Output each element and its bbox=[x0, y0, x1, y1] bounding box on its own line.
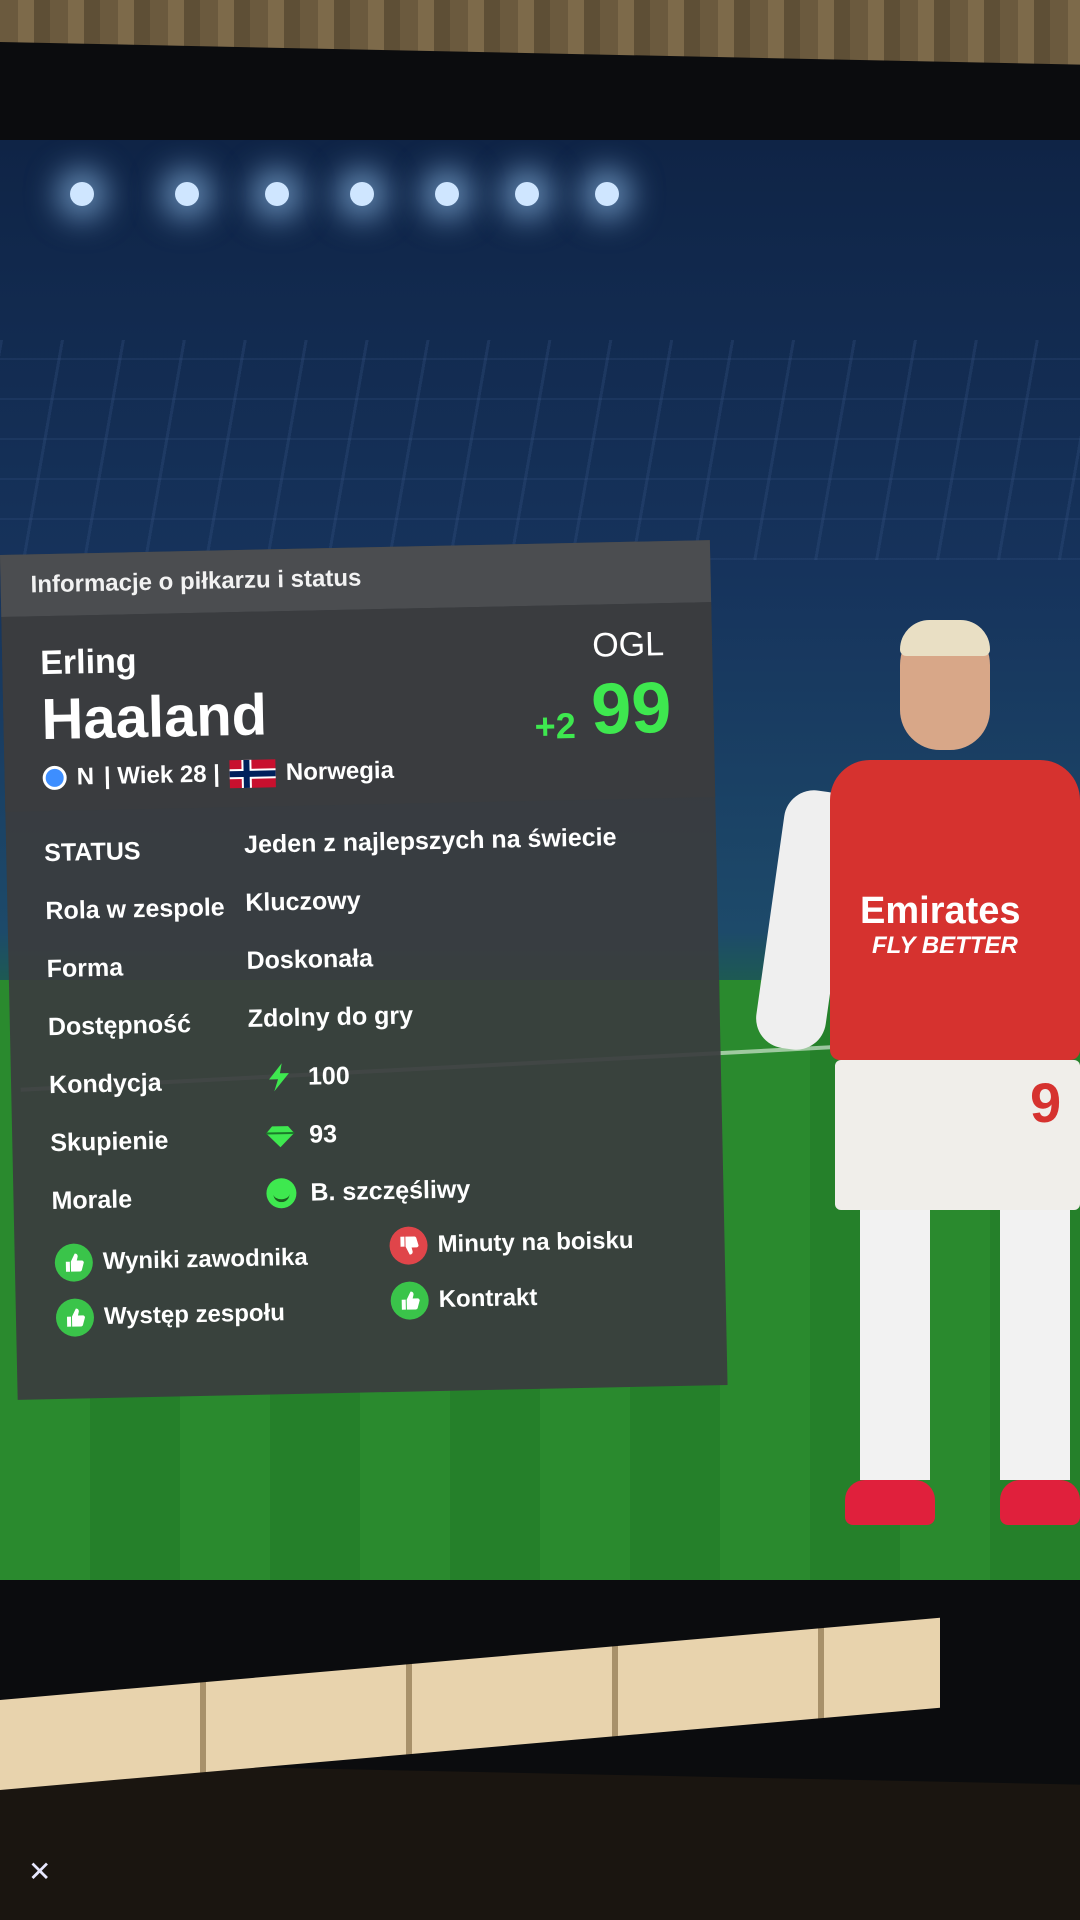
factor-label: Minuty na boisku bbox=[437, 1226, 634, 1258]
player-sock-right bbox=[1000, 1210, 1070, 1480]
row-value: Zdolny do gry bbox=[247, 1001, 414, 1033]
fitness-row: Kondycja 100 bbox=[49, 1048, 690, 1111]
player-hair bbox=[900, 620, 990, 656]
stadium-light bbox=[70, 182, 94, 206]
lightning-icon bbox=[269, 1063, 289, 1092]
ogl-delta: +2 bbox=[534, 704, 577, 747]
ogl-label: OGL bbox=[591, 625, 665, 665]
row-value: Kluczowy bbox=[245, 886, 361, 917]
thumbs-up-icon bbox=[54, 1243, 94, 1283]
morale-row: Morale B. szczęśliwy bbox=[51, 1164, 692, 1227]
position-dot-icon bbox=[42, 765, 67, 791]
row-label: STATUS bbox=[43, 837, 141, 868]
factor-label: Wyniki zawodnika bbox=[102, 1243, 308, 1275]
norway-flag-icon bbox=[229, 759, 277, 789]
factor-label: Kontrakt bbox=[438, 1283, 538, 1313]
row-label: Dostępność bbox=[47, 1010, 192, 1042]
row-value: 100 bbox=[307, 1061, 350, 1091]
player-hero: Erling Haaland OGL +2 99 N | Wiek 28 | N… bbox=[1, 602, 716, 812]
availability-row: Dostępność Zdolny do gry bbox=[47, 990, 688, 1053]
focus-row: Skupienie 93 bbox=[50, 1106, 691, 1169]
form-row: Forma Doskonała bbox=[46, 932, 687, 995]
factor-contract: Kontrakt bbox=[390, 1279, 538, 1320]
ogl-value: 99 bbox=[590, 667, 673, 750]
row-label: Skupienie bbox=[50, 1126, 169, 1158]
row-value: B. szczęśliwy bbox=[310, 1174, 471, 1207]
stadium-light bbox=[515, 182, 539, 206]
thumbs-up-icon bbox=[55, 1298, 95, 1337]
row-value: Doskonała bbox=[246, 944, 374, 975]
panel-title: Informacje o piłkarzu i status bbox=[30, 564, 362, 599]
player-boot-right bbox=[1000, 1480, 1080, 1525]
factor-minutes: Minuty na boisku bbox=[389, 1222, 634, 1265]
row-label: Forma bbox=[46, 953, 124, 984]
player-model: Emirates FLY BETTER 9 bbox=[752, 620, 1080, 1580]
player-age: | Wiek 28 | bbox=[103, 760, 221, 790]
row-label: Kondycja bbox=[48, 1068, 162, 1100]
player-info-panel: Informacje o piłkarzu i status Erling Ha… bbox=[0, 540, 728, 1400]
stadium-light bbox=[265, 182, 289, 206]
status-row: STATUS Jeden z najlepszych na świecie bbox=[44, 816, 685, 879]
gem-icon bbox=[266, 1126, 295, 1148]
smiley-icon bbox=[266, 1177, 297, 1209]
row-label: Morale bbox=[51, 1185, 133, 1216]
row-value: 93 bbox=[308, 1119, 338, 1149]
player-sock-left bbox=[860, 1210, 930, 1480]
row-label: Rola w zespole bbox=[45, 893, 225, 926]
factor-team-performance: Występ zespołu bbox=[55, 1294, 286, 1337]
tv-screen: Emirates FLY BETTER 9 Informacje o piłka… bbox=[0, 140, 1080, 1580]
console-logo-icon: ✕ bbox=[28, 1856, 52, 1887]
player-first-name: Erling bbox=[39, 642, 137, 683]
factor-player-performance: Wyniki zawodnika bbox=[54, 1239, 308, 1283]
thumbs-down-icon bbox=[389, 1226, 428, 1265]
row-value: Jeden z najlepszych na świecie bbox=[243, 823, 617, 859]
player-boot-left bbox=[845, 1480, 935, 1525]
status-list: STATUS Jeden z najlepszych na świecie Ro… bbox=[44, 816, 684, 1215]
stadium-light bbox=[175, 182, 199, 206]
stadium-light bbox=[350, 182, 374, 206]
player-position: N bbox=[76, 763, 95, 791]
team-role-row: Rola w zespole Kluczowy bbox=[45, 874, 686, 937]
jersey-number: 9 bbox=[1030, 1071, 1062, 1134]
stadium-light bbox=[435, 182, 459, 206]
stadium-roof bbox=[0, 340, 1080, 560]
player-last-name: Haaland bbox=[40, 682, 268, 753]
factor-label: Występ zespołu bbox=[103, 1299, 286, 1330]
player-meta: N | Wiek 28 | Norwegia bbox=[42, 757, 394, 792]
player-nation: Norwegia bbox=[285, 756, 395, 787]
jersey-slogan: FLY BETTER bbox=[872, 932, 1018, 959]
jersey-sponsor: Emirates bbox=[860, 890, 1021, 932]
stadium-light bbox=[595, 182, 619, 206]
thumbs-up-icon bbox=[390, 1281, 430, 1320]
